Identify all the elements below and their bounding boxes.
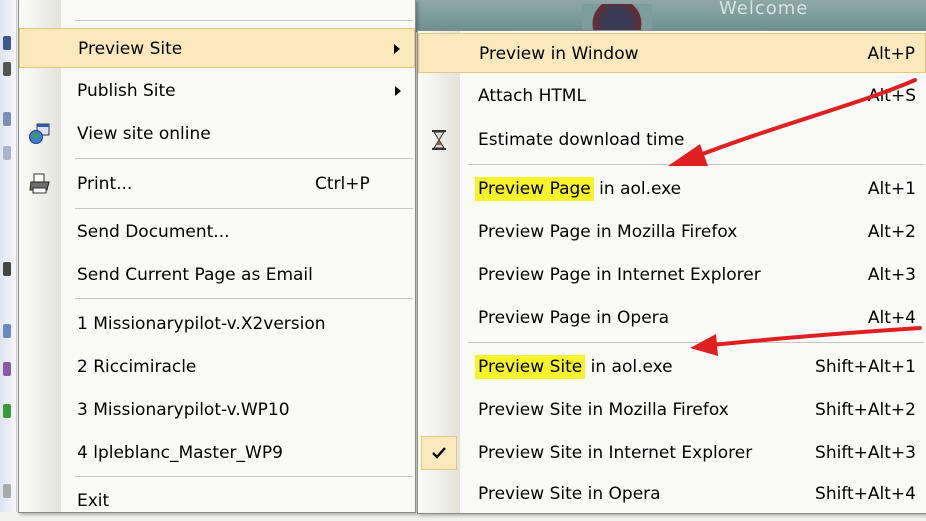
menu-item-label: Exit (77, 491, 110, 511)
menu-item-label: Attach HTML (478, 86, 586, 106)
menu-item-label-rest: in aol.exe (585, 357, 673, 377)
hourglass-icon (432, 130, 446, 150)
banner-welcome-text: Welcome (719, 0, 809, 19)
menu-item-label: View site online (77, 124, 211, 144)
menu-item-estimate-download-time[interactable]: Estimate download time (418, 120, 926, 160)
menu-separator (468, 342, 924, 343)
menu-separator (468, 164, 924, 165)
menu-item-label: Publish Site (77, 81, 176, 101)
menu-item-label: Preview Page in Opera (478, 308, 670, 328)
menu-item-preview-site-firefox[interactable]: Preview Site in Mozilla Firefox Shift+Al… (418, 390, 926, 430)
menu-item-label: Preview Site in aol.exe (475, 355, 673, 379)
menu-item-exit[interactable]: Exit (19, 481, 415, 521)
menu-item-label: Preview Site in Opera (478, 484, 661, 504)
menu-item-preview-page-opera[interactable]: Preview Page in Opera Alt+4 (418, 298, 926, 338)
highlighted-text: Preview Page (475, 177, 594, 201)
menu-item-shortcut: Shift+Alt+3 (815, 443, 916, 463)
menu-item-label: 2 Riccimiracle (77, 357, 197, 377)
menu-item-recent-file[interactable]: 4 lpleblanc_Master_WP9 (19, 433, 415, 473)
menu-item-label: Preview Site (78, 39, 183, 59)
menu-item-recent-file[interactable]: 2 Riccimiracle (19, 347, 415, 387)
menu-item-shortcut: Alt+2 (867, 222, 916, 242)
menu-item-shortcut: Shift+Alt+4 (815, 484, 916, 504)
checkmark-icon (432, 447, 446, 459)
menu-separator (75, 476, 413, 477)
menu-item-label: Preview Page in aol.exe (475, 177, 682, 201)
menu-item-label: 1 Missionarypilot-v.X2version (77, 314, 326, 334)
menu-item-preview-site-ie[interactable]: Preview Site in Internet Explorer Shift+… (418, 433, 926, 473)
submenu-arrow-icon (394, 44, 400, 54)
menu-item-send-page-email[interactable]: Send Current Page as Email (19, 255, 415, 295)
menu-item-preview-site-aol[interactable]: Preview Site in aol.exe Shift+Alt+1 (418, 347, 926, 387)
menu-item-label: 4 lpleblanc_Master_WP9 (77, 443, 283, 463)
menu-item-label: Print... (77, 174, 133, 194)
menu-item-preview-page-firefox[interactable]: Preview Page in Mozilla Firefox Alt+2 (418, 212, 926, 252)
menu-item-label: Preview Page in Mozilla Firefox (478, 222, 738, 242)
checked-indicator (421, 436, 457, 470)
preview-site-submenu: Preview in Window Alt+P Attach HTML Alt+… (417, 30, 926, 514)
menu-item-shortcut: Alt+P (867, 44, 915, 64)
menu-item-preview-page-ie[interactable]: Preview Page in Internet Explorer Alt+3 (418, 255, 926, 295)
menu-separator (75, 20, 413, 21)
highlighted-text: Preview Site (475, 355, 586, 379)
menu-item-label: Preview Site in Internet Explorer (478, 443, 753, 463)
menu-item-preview-in-window[interactable]: Preview in Window Alt+P (418, 33, 926, 73)
menu-item-shortcut: Alt+4 (867, 308, 916, 328)
menu-item-view-site-online[interactable]: View site online (19, 114, 415, 154)
menu-item-shortcut: Ctrl+P (315, 174, 370, 194)
menu-item-label: Estimate download time (478, 130, 685, 150)
menu-item-preview-site[interactable]: Preview Site (19, 28, 415, 68)
menu-item-recent-file[interactable]: 3 Missionarypilot-v.WP10 (19, 390, 415, 430)
menu-separator (75, 208, 413, 209)
menu-item-preview-site-opera[interactable]: Preview Site in Opera Shift+Alt+4 (418, 474, 926, 514)
previous-item-fragment (77, 0, 187, 4)
menu-item-send-document[interactable]: Send Document... (19, 212, 415, 252)
file-menu: Preview Site Publish Site View site onli… (18, 0, 416, 513)
menu-item-shortcut: Alt+1 (867, 179, 916, 199)
printer-icon (29, 173, 50, 194)
submenu-arrow-icon (395, 86, 401, 96)
menu-separator (75, 298, 413, 299)
menu-item-label: Send Document... (77, 222, 230, 242)
menu-item-label: Send Current Page as Email (77, 265, 313, 285)
app-toolbar-strip (0, 0, 17, 512)
menu-item-shortcut: Alt+S (867, 86, 916, 106)
menu-item-shortcut: Alt+3 (867, 265, 916, 285)
banner-photo (582, 4, 652, 32)
menu-item-attach-html[interactable]: Attach HTML Alt+S (418, 76, 926, 116)
menu-item-label: Preview Site in Mozilla Firefox (478, 400, 729, 420)
menu-item-label-rest: in aol.exe (593, 179, 682, 199)
menu-item-recent-file[interactable]: 1 Missionarypilot-v.X2version (19, 304, 415, 344)
menu-item-label: Preview Page in Internet Explorer (478, 265, 761, 285)
menu-item-shortcut: Shift+Alt+1 (815, 357, 916, 377)
globe-icon (29, 123, 50, 144)
page-banner: Welcome (414, 0, 926, 32)
menu-item-shortcut: Shift+Alt+2 (815, 400, 916, 420)
menu-separator (75, 158, 413, 159)
menu-item-preview-page-aol[interactable]: Preview Page in aol.exe Alt+1 (418, 169, 926, 209)
menu-item-print[interactable]: Print... Ctrl+P (19, 164, 415, 204)
menu-item-publish-site[interactable]: Publish Site (19, 71, 415, 111)
menu-item-label: 3 Missionarypilot-v.WP10 (77, 400, 290, 420)
menu-item-label: Preview in Window (479, 44, 639, 64)
